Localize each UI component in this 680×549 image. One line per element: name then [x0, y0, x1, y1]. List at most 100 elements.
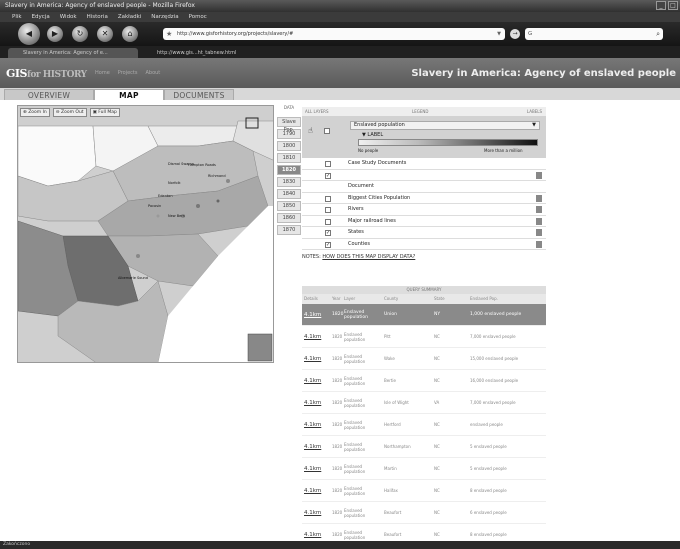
zoom-in-button[interactable]: ⊕ Zoom In	[20, 108, 50, 117]
legend-gradient	[358, 139, 538, 146]
row-detail-link[interactable]: 4.1km	[302, 378, 332, 384]
tab-overview[interactable]: OVERVIEW	[4, 89, 94, 100]
site-logo[interactable]: GISfor HISTORY	[6, 67, 87, 80]
layer-checkbox[interactable]	[325, 218, 331, 225]
row-detail-link[interactable]: 4.1km	[302, 334, 332, 340]
info-icon[interactable]	[536, 217, 542, 225]
map-panel[interactable]: ⊕ Zoom In ⊖ Zoom Out ▣ Full Map Hampton …	[17, 105, 274, 363]
active-layer: ☝ Enslaved population ▼ ▼ LABEL No peopl…	[302, 116, 546, 158]
layer-checkbox[interactable]: ✓	[325, 230, 331, 236]
row-detail-link[interactable]: 4.1km	[302, 356, 332, 362]
row-detail-link[interactable]: 4.1km	[302, 400, 332, 406]
row-detail-link[interactable]: 4.1km	[302, 532, 332, 538]
table-row: 4.1km 1820 Enslaved population Martin NC 5 en…	[302, 458, 546, 480]
row-detail-link[interactable]: 4.1km	[302, 488, 332, 494]
year-item[interactable]: 1850	[277, 201, 301, 211]
tab-map[interactable]: MAP	[94, 89, 164, 100]
navigation-toolbar: ◀ ▶ ↻ ✕ ⌂ ★ http://www.gisforhistory.org…	[0, 22, 680, 46]
search-bar[interactable]: G ⌕	[525, 28, 663, 40]
minimize-button[interactable]: _	[656, 1, 666, 10]
active-layer-checkbox[interactable]	[324, 128, 330, 134]
table-row: 4.1km 1820 Enslaved population Union NY 1,000…	[302, 304, 546, 326]
population-select-value: Enslaved population	[354, 122, 405, 128]
menu-help[interactable]: Pomoc	[189, 12, 207, 22]
info-icon[interactable]	[536, 206, 542, 213]
cell-layer: Enslaved population	[344, 507, 366, 518]
notes-link[interactable]: HOW DOES THIS MAP DISPLAY DATA?	[322, 254, 415, 260]
cell-year: 1820	[332, 444, 343, 449]
back-button-icon[interactable]: ◀	[18, 23, 40, 45]
site-nav-projects[interactable]: Projects	[118, 70, 138, 76]
layer-checkbox[interactable]	[325, 195, 331, 202]
url-dropdown-icon[interactable]: ▼	[497, 28, 501, 40]
year-item[interactable]: 1860	[277, 213, 301, 223]
info-icon[interactable]	[536, 171, 542, 179]
year-item[interactable]: 1840	[277, 189, 301, 199]
table-row: 4.1km 1820 Enslaved population Hertford NC en…	[302, 414, 546, 436]
home-button-icon[interactable]: ⌂	[122, 26, 138, 42]
logo-main: GIS	[6, 67, 27, 80]
info-icon[interactable]	[536, 240, 542, 248]
tab-documents[interactable]: DOCUMENTS	[164, 89, 234, 100]
menu-view[interactable]: Widok	[60, 12, 77, 22]
query-header: Year	[332, 296, 341, 301]
map-label: Edenton	[158, 194, 173, 198]
cell-pop: 7,000 enslaved people	[470, 334, 516, 339]
search-icon[interactable]: ⌕	[656, 28, 660, 40]
site-nav-home[interactable]: Home	[95, 70, 110, 76]
zoom-in-label: Zoom In	[28, 110, 47, 115]
go-button-icon[interactable]: →	[510, 29, 520, 39]
row-detail-link[interactable]: 4.1km	[302, 422, 332, 428]
cell-year: 1820	[332, 356, 343, 361]
row-detail-link[interactable]: 4.1km	[302, 444, 332, 450]
row-detail-link[interactable]: 4.1km	[302, 312, 332, 318]
row-detail-link[interactable]: 4.1km	[302, 510, 332, 516]
table-row: 4.1km 1820 Enslaved population Beaufort NC 6 …	[302, 502, 546, 524]
year-item[interactable]: 1830	[277, 177, 301, 187]
cell-county: Bertie	[384, 378, 396, 383]
year-item-active[interactable]: 1820	[277, 165, 301, 175]
map-label: Richmond	[208, 174, 226, 178]
cell-county: Beaufort	[384, 532, 402, 537]
maximize-button[interactable]: □	[668, 1, 678, 10]
year-item[interactable]: 1800	[277, 141, 301, 151]
menu-edit[interactable]: Edycja	[32, 12, 50, 22]
menu-bookmarks[interactable]: Zakładki	[118, 12, 141, 22]
year-selector: DATA Slave Pop. 1790 1800 1810 1820 1830…	[277, 105, 301, 237]
layer-checkbox[interactable]	[325, 161, 331, 167]
layer-checkbox[interactable]: ✓	[325, 172, 331, 179]
menu-history[interactable]: Historia	[87, 12, 108, 22]
cell-layer: Enslaved population	[344, 309, 368, 320]
population-select[interactable]: Enslaved population ▼	[350, 121, 540, 130]
query-rows: 4.1km 1820 Enslaved population Union NY 1,000…	[302, 304, 546, 546]
row-detail-link[interactable]: 4.1km	[302, 466, 332, 472]
year-item[interactable]: 1810	[277, 153, 301, 163]
cell-year: 1820	[332, 466, 343, 471]
layer-row: ✓ Counties	[302, 239, 546, 250]
full-map-button[interactable]: ▣ Full Map	[89, 108, 120, 117]
tab-new[interactable]: http://www.gis...ht_tabnew.html	[142, 48, 272, 58]
layer-row: Rivers	[302, 204, 546, 216]
year-item[interactable]: Slave Pop.	[277, 117, 301, 133]
year-item[interactable]: 1790	[277, 129, 301, 139]
tab-slavery[interactable]: Slavery in America: Agency of e...	[8, 48, 138, 58]
info-icon[interactable]	[536, 194, 542, 202]
table-row: 4.1km 1820 Enslaved population Pitt NC 7,000 …	[302, 326, 546, 348]
menu-tools[interactable]: Narzędzia	[151, 12, 178, 22]
map-canvas[interactable]	[18, 106, 274, 363]
reload-button-icon[interactable]: ↻	[72, 26, 88, 42]
layers-header-all: ALL LAYERS	[305, 109, 329, 114]
url-bar[interactable]: ★ http://www.gisforhistory.org/projects/…	[163, 28, 505, 40]
menu-file[interactable]: Plik	[12, 12, 22, 22]
site-nav-about[interactable]: About	[145, 70, 160, 76]
year-item[interactable]: 1870	[277, 225, 301, 235]
layer-checkbox[interactable]: ✓	[325, 241, 331, 248]
full-map-label: Full Map	[98, 110, 117, 115]
layer-checkbox[interactable]	[325, 207, 331, 213]
info-icon[interactable]	[536, 229, 542, 236]
stop-button-icon[interactable]: ✕	[97, 26, 113, 42]
map-label: Norfolk	[168, 181, 181, 185]
notes: NOTES: HOW DOES THIS MAP DISPLAY DATA?	[302, 250, 546, 260]
forward-button-icon[interactable]: ▶	[47, 26, 63, 42]
zoom-out-button[interactable]: ⊖ Zoom Out	[52, 108, 87, 117]
